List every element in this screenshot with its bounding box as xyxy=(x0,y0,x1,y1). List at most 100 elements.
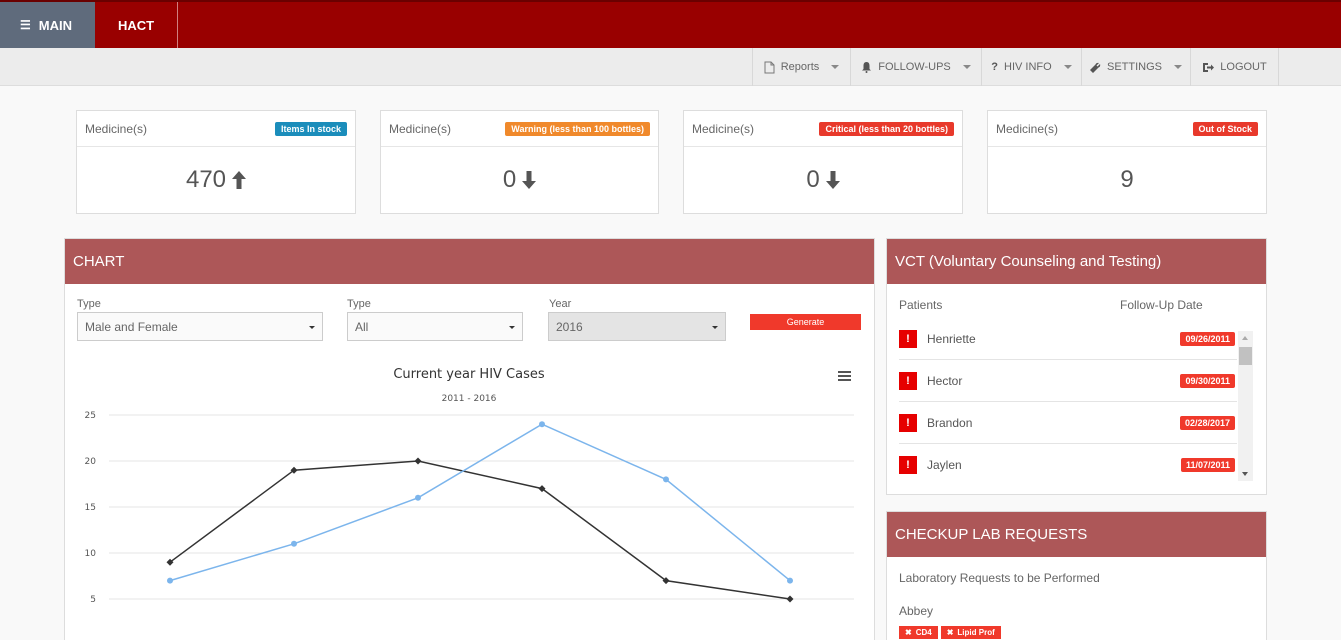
y-tick-label: 15 xyxy=(85,503,96,513)
chart-menu-icon[interactable] xyxy=(838,371,851,381)
patient-name: Henriette xyxy=(927,331,976,346)
close-icon: ✖ xyxy=(905,628,912,637)
series-line-1 xyxy=(169,460,791,600)
data-point-series-2[interactable] xyxy=(415,494,421,501)
filter-type-label: Type xyxy=(347,298,371,310)
stat-card-out-of-stock: Medicine(s) Out of Stock 9 xyxy=(987,110,1267,214)
follow-ups-menu[interactable]: FOLLOW-UPS xyxy=(850,48,981,86)
settings-menu[interactable]: SETTINGS xyxy=(1081,48,1190,86)
nav-hact-label: HACT xyxy=(117,17,155,33)
scrollbar-thumb[interactable] xyxy=(1239,347,1252,365)
status-badge: Out of Stock xyxy=(1192,121,1258,136)
data-point-series-2[interactable] xyxy=(663,476,669,483)
stat-card-in-stock: Medicine(s) Items In stock 470 xyxy=(76,110,356,214)
scroll-up-arrow[interactable] xyxy=(1242,336,1248,340)
scroll-down-arrow[interactable] xyxy=(1242,472,1248,476)
stat-title: Medicine(s) xyxy=(85,121,148,136)
stat-card-warning: Medicine(s) Warning (less than 100 bottle… xyxy=(380,110,659,214)
warning-icon: ! xyxy=(899,413,917,432)
chart-title: Current year HIV Cases xyxy=(393,367,545,382)
status-badge: Items In stock xyxy=(274,121,347,136)
list-item[interactable]: ! Henriette 09/26/2011 xyxy=(899,318,1237,360)
reports-label: Reports xyxy=(780,61,820,73)
secondary-navbar: Reports FOLLOW-UPS ? HIV INFO SETTINGS L… xyxy=(0,48,1341,86)
y-tick-label: 5 xyxy=(90,595,96,605)
year-select-value: 2016 xyxy=(556,319,583,334)
type-select[interactable]: All xyxy=(347,312,523,341)
menu-icon: ☰ xyxy=(20,18,31,32)
y-tick-label: 20 xyxy=(85,457,97,467)
arrow-down-icon xyxy=(825,171,840,189)
status-badge: Critical (less than 20 bottles) xyxy=(819,121,954,136)
y-tick-label: 25 xyxy=(85,411,96,421)
hiv-cases-chart: Current year HIV Cases 2011 - 2016 5 10 15… xyxy=(85,367,854,605)
stat-value: 470 xyxy=(185,166,227,193)
bell-icon xyxy=(862,62,872,73)
lab-tag-label: CD4 xyxy=(915,628,932,637)
chevron-down-icon xyxy=(1174,65,1182,69)
chevron-down-icon xyxy=(309,326,315,329)
stat-title: Medicine(s) xyxy=(389,121,452,136)
stat-card-critical: Medicine(s) Critical (less than 20 bottle… xyxy=(683,110,963,214)
date-badge: 11/07/2011 xyxy=(1180,458,1235,472)
lab-subtitle: Laboratory Requests to be Performed xyxy=(899,571,1100,585)
data-point-series-1[interactable] xyxy=(786,595,794,603)
data-point-series-2[interactable] xyxy=(291,540,297,547)
gender-select-value: Male and Female xyxy=(85,319,178,334)
document-icon xyxy=(764,61,775,73)
data-point-series-1[interactable] xyxy=(414,457,422,465)
warning-icon: ! xyxy=(899,329,917,348)
top-navbar: ☰ MAIN HACT xyxy=(0,0,1341,48)
lab-patient-name: Abbey xyxy=(899,604,934,618)
chevron-down-icon xyxy=(509,326,515,329)
stat-value: 0 xyxy=(806,166,820,193)
chevron-down-icon xyxy=(712,326,718,329)
list-item[interactable]: ! Jaylen 11/07/2011 xyxy=(899,444,1237,486)
year-select[interactable]: 2016 xyxy=(548,312,726,341)
chevron-down-icon xyxy=(831,65,840,69)
filter-year-label: Year xyxy=(549,298,572,310)
stat-value: 9 xyxy=(1120,166,1134,193)
warning-icon: ! xyxy=(899,371,917,390)
generate-button[interactable]: Generate xyxy=(750,314,861,330)
gender-select[interactable]: Male and Female xyxy=(77,312,323,341)
date-badge: 09/26/2011 xyxy=(1180,331,1235,346)
data-point-series-2[interactable] xyxy=(539,421,545,428)
series-line-2 xyxy=(169,423,791,582)
list-item[interactable]: ! Hector 09/30/2011 xyxy=(899,360,1237,402)
warning-icon: ! xyxy=(899,456,917,474)
vct-scrollbar[interactable] xyxy=(1238,331,1253,481)
nav-main-label: MAIN xyxy=(38,17,72,33)
chevron-down-icon xyxy=(962,65,971,69)
question-icon: ? xyxy=(991,61,999,73)
patient-name: Hector xyxy=(927,373,963,388)
reports-menu[interactable]: Reports xyxy=(752,48,850,86)
vct-panel-title: VCT (Voluntary Counseling and Testing) xyxy=(895,253,1162,270)
settings-label: SETTINGS xyxy=(1106,61,1162,73)
nav-hact-button[interactable]: HACT xyxy=(95,2,178,48)
lab-tag-lipid-profile[interactable]: ✖ Lipid Prof xyxy=(940,626,1001,639)
logout-icon xyxy=(1203,62,1215,72)
status-badge: Warning (less than 100 bottles) xyxy=(505,121,650,136)
generate-label: Generate xyxy=(786,317,825,327)
patients-column-header: Patients xyxy=(899,298,943,312)
lab-tag-cd4[interactable]: ✖ CD4 xyxy=(899,626,938,639)
logout-menu[interactable]: LOGOUT xyxy=(1190,48,1279,86)
data-point-series-2[interactable] xyxy=(787,577,793,584)
hiv-info-label: HIV INFO xyxy=(1004,61,1052,73)
data-point-series-2[interactable] xyxy=(167,577,173,584)
hiv-info-menu[interactable]: ? HIV INFO xyxy=(981,48,1081,86)
follow-up-date-column-header: Follow-Up Date xyxy=(1120,298,1203,312)
type-select-value: All xyxy=(355,319,369,334)
lab-tags: ✖ CD4 ✖ Lipid Prof xyxy=(899,622,1004,640)
logout-label: LOGOUT xyxy=(1220,61,1267,73)
follow-ups-label: FOLLOW-UPS xyxy=(878,61,951,73)
list-item[interactable]: ! Brandon 02/28/2017 xyxy=(899,402,1237,444)
filter-type-label: Type xyxy=(77,298,101,310)
stat-title: Medicine(s) xyxy=(692,121,755,136)
nav-main-button[interactable]: ☰ MAIN xyxy=(0,2,95,48)
stat-title: Medicine(s) xyxy=(996,121,1059,136)
stat-value: 0 xyxy=(502,166,517,193)
wrench-icon xyxy=(1089,62,1101,73)
arrow-down-icon xyxy=(522,171,537,189)
